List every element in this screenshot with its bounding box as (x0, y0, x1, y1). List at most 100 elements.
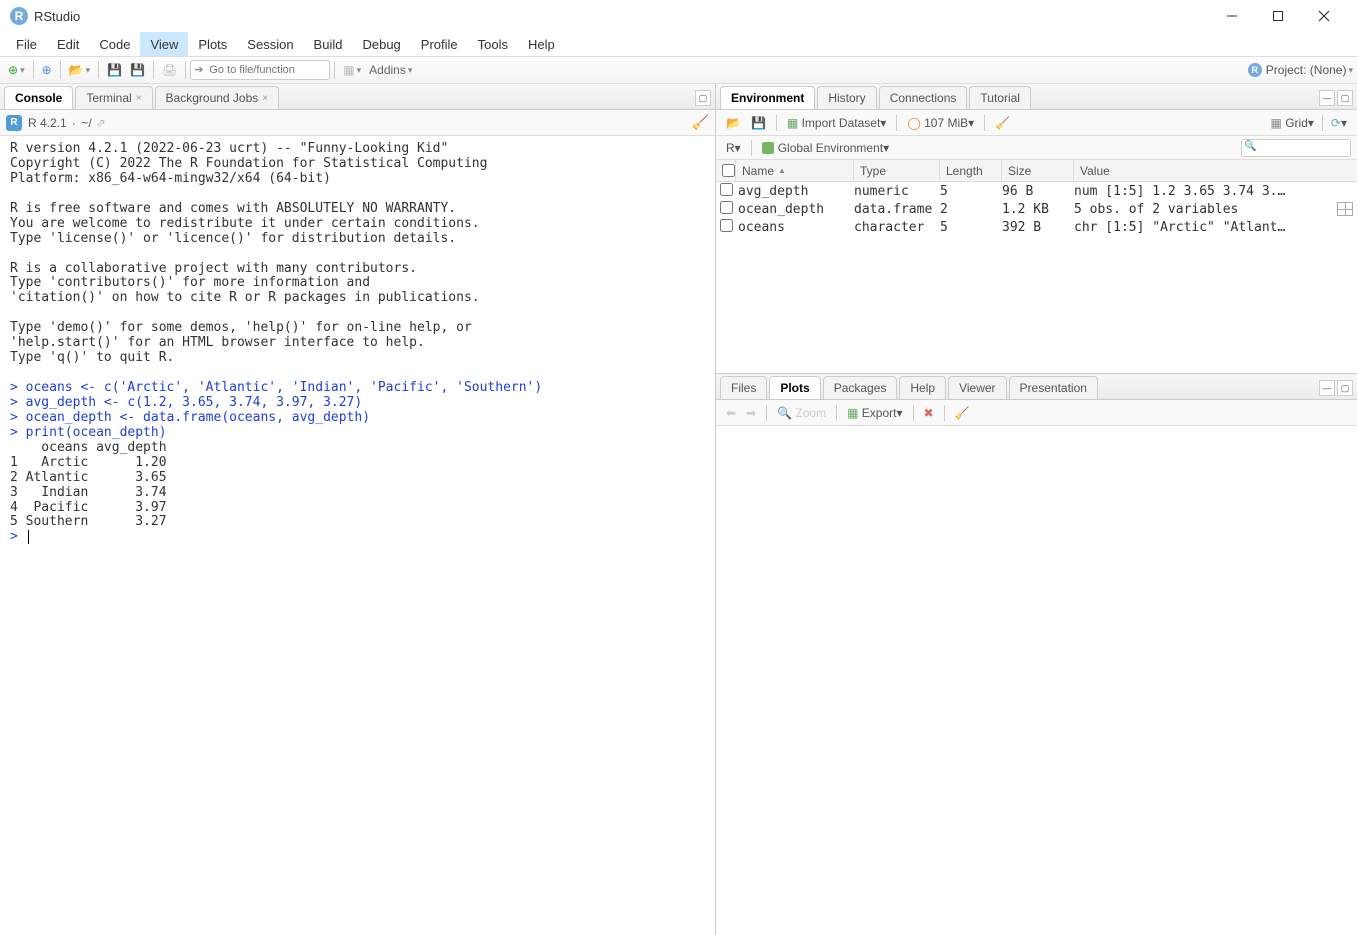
working-dir-label[interactable]: ~/ (81, 116, 91, 130)
save-workspace-button[interactable]: 💾 (747, 113, 770, 133)
tab-tutorial[interactable]: Tutorial (969, 86, 1031, 109)
pane-detach-button[interactable]: ▢ (695, 90, 711, 106)
save-all-button[interactable]: 💾 (126, 59, 149, 81)
project-label[interactable]: Project: (None) (1266, 63, 1347, 77)
tab-help[interactable]: Help (899, 376, 946, 399)
import-dataset-button[interactable]: ▦ Import Dataset ▾ (783, 113, 890, 133)
menu-help[interactable]: Help (518, 32, 565, 56)
tab-presentation[interactable]: Presentation (1009, 376, 1098, 399)
menu-file[interactable]: File (6, 32, 47, 56)
open-dir-icon[interactable]: ⇗ (96, 116, 106, 130)
plot-prev-button[interactable]: ⬅ (722, 403, 740, 423)
tab-packages[interactable]: Packages (823, 376, 898, 399)
tab-files-label: Files (731, 381, 756, 395)
tab-history[interactable]: History (817, 86, 876, 109)
clear-console-icon[interactable]: 🧹 (692, 114, 709, 131)
env-column-headers: Name Type Length Size Value (716, 160, 1357, 182)
menu-session[interactable]: Session (237, 32, 303, 56)
plot-zoom-button[interactable]: 🔍 Zoom (773, 403, 830, 423)
env-row-checkbox[interactable] (720, 219, 733, 232)
env-col-name[interactable]: Name (736, 160, 854, 181)
clear-workspace-button[interactable]: 🧹 (991, 113, 1014, 133)
engine-selector[interactable]: R ▾ (722, 138, 745, 158)
environment-subbar: 📂 💾 ▦ Import Dataset ▾ ◯ 107 MiB ▾ 🧹 ▦ G… (716, 110, 1357, 136)
environment-tabstrip: Environment History Connections Tutorial… (716, 84, 1357, 110)
menu-view[interactable]: View (140, 32, 188, 56)
pane-minimize-button[interactable]: — (1319, 90, 1335, 106)
env-col-value[interactable]: Value (1074, 160, 1357, 181)
console-cursor (28, 530, 29, 544)
pane-minimize-button[interactable]: — (1319, 380, 1335, 396)
save-button[interactable]: 💾 (103, 59, 126, 81)
env-row-checkbox[interactable] (720, 183, 733, 196)
menu-build[interactable]: Build (304, 32, 353, 56)
memory-usage-button[interactable]: ◯ 107 MiB ▾ (903, 113, 978, 133)
scope-selector[interactable]: Global Environment ▾ (758, 138, 893, 158)
tab-plots[interactable]: Plots (769, 376, 820, 399)
goto-file-function-input[interactable] (190, 60, 330, 80)
env-row[interactable]: oceans character 5 392 B chr [1:5] "Arct… (716, 218, 1357, 236)
env-search-input[interactable] (1241, 139, 1351, 157)
memory-label: 107 MiB (924, 116, 968, 130)
keyboard-shortcuts-button[interactable]: ▦▾ (339, 59, 365, 81)
window-minimize-button[interactable] (1209, 0, 1255, 32)
env-row-checkbox[interactable] (720, 201, 733, 214)
env-col-type[interactable]: Type (854, 160, 940, 181)
new-project-button[interactable]: ⊕ (38, 59, 56, 81)
env-col-length[interactable]: Length (940, 160, 1002, 181)
open-file-button[interactable]: 📂▾ (65, 59, 94, 81)
goto-arrow-icon: ➔ (194, 63, 203, 76)
tab-viewer[interactable]: Viewer (948, 376, 1006, 399)
tab-console[interactable]: Console (4, 86, 73, 109)
menu-debug[interactable]: Debug (352, 32, 410, 56)
env-size: 96 B (1002, 184, 1074, 199)
env-row[interactable]: avg_depth numeric 5 96 B num [1:5] 1.2 3… (716, 182, 1357, 200)
new-file-button[interactable]: ⊕▾ (4, 59, 29, 81)
plot-export-button[interactable]: ▦ Export ▾ (843, 403, 906, 423)
tab-bgjobs-label: Background Jobs (166, 91, 259, 105)
environment-scopebar: R ▾ Global Environment ▾ 🔍 (716, 136, 1357, 160)
tab-terminal[interactable]: Terminal × (75, 86, 152, 109)
tab-files[interactable]: Files (720, 376, 767, 399)
console-subbar: R R 4.2.1 · ~/ ⇗ 🧹 (0, 110, 715, 136)
menu-edit[interactable]: Edit (47, 32, 89, 56)
titlebar: R RStudio (0, 0, 1357, 32)
tab-environment[interactable]: Environment (720, 86, 815, 109)
refresh-env-button[interactable]: ⟳▾ (1327, 113, 1351, 133)
pane-maximize-button[interactable]: ▢ (1337, 90, 1353, 106)
env-col-check[interactable] (716, 160, 736, 181)
addins-menu[interactable]: Addins ▾ (365, 59, 416, 81)
plot-canvas (716, 426, 1357, 935)
window-maximize-button[interactable] (1255, 0, 1301, 32)
r-version-label: R 4.2.1 (28, 116, 67, 130)
console-banner: R version 4.2.1 (2022-06-23 ucrt) -- "Fu… (10, 141, 487, 365)
console-output[interactable]: R version 4.2.1 (2022-06-23 ucrt) -- "Fu… (0, 136, 715, 935)
menu-profile[interactable]: Profile (411, 32, 468, 56)
plot-next-button[interactable]: ➡ (742, 403, 760, 423)
env-select-all-checkbox[interactable] (722, 164, 735, 177)
close-icon[interactable]: × (136, 93, 142, 104)
tab-background-jobs[interactable]: Background Jobs× (155, 86, 280, 109)
menu-tools[interactable]: Tools (468, 32, 518, 56)
env-row[interactable]: ocean_depth data.frame 2 1.2 KB 5 obs. o… (716, 200, 1357, 218)
tab-presentation-label: Presentation (1020, 381, 1087, 395)
plots-tabstrip: Files Plots Packages Help Viewer Present… (716, 374, 1357, 400)
project-dropdown-icon[interactable]: ▾ (1348, 65, 1353, 76)
r-project-icon: R (1248, 63, 1262, 77)
view-dataframe-icon[interactable] (1337, 202, 1353, 216)
tab-connections[interactable]: Connections (879, 86, 968, 109)
menu-plots[interactable]: Plots (188, 32, 237, 56)
print-button[interactable]: 🖨 (158, 59, 181, 81)
env-col-size[interactable]: Size (1002, 160, 1074, 181)
pane-maximize-button[interactable]: ▢ (1337, 380, 1353, 396)
load-workspace-button[interactable]: 📂 (722, 113, 745, 133)
env-view-toggle[interactable]: ▦ Grid ▾ (1267, 113, 1318, 133)
plot-clear-all-button[interactable]: 🧹 (951, 403, 974, 423)
tab-terminal-label: Terminal (86, 91, 131, 105)
tab-connections-label: Connections (890, 91, 957, 105)
env-rows: avg_depth numeric 5 96 B num [1:5] 1.2 3… (716, 182, 1357, 236)
menu-code[interactable]: Code (89, 32, 140, 56)
plot-remove-button[interactable]: ✖ (920, 403, 938, 423)
window-close-button[interactable] (1301, 0, 1347, 32)
close-icon[interactable]: × (262, 93, 268, 104)
